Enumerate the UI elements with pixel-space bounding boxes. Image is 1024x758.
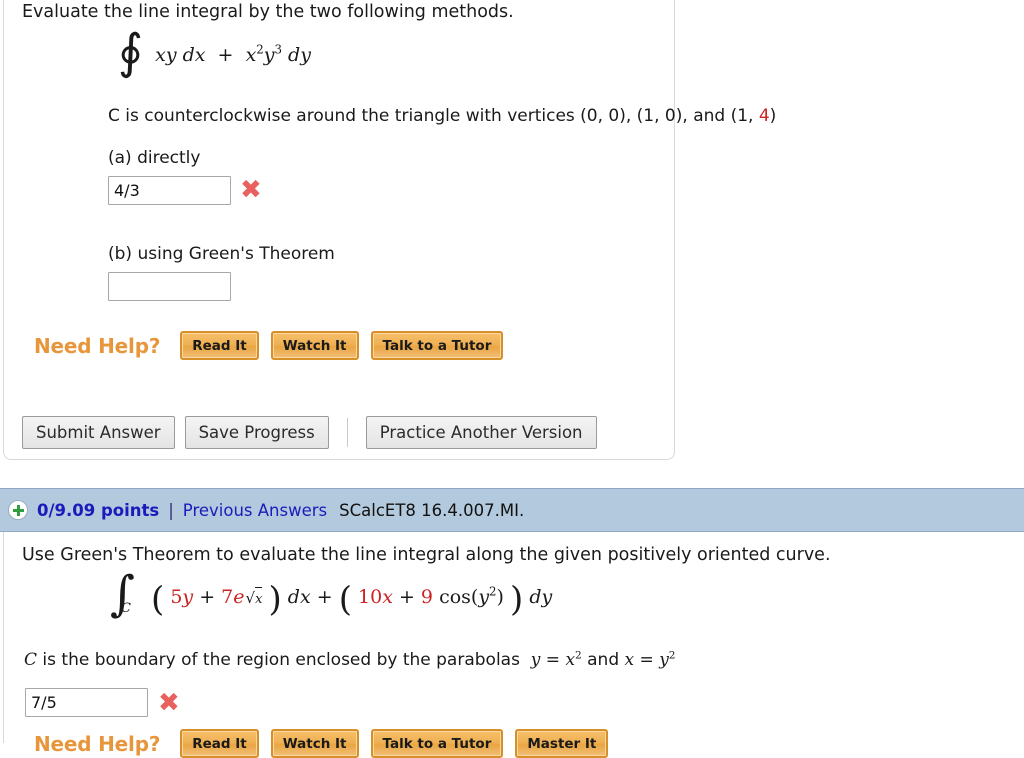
integral-subscript: C <box>121 601 131 616</box>
integrand-part-1: xy dx <box>149 44 206 66</box>
coefficient-9: 9 <box>420 586 434 608</box>
curve-label-c: C <box>24 650 38 670</box>
condition-text-2: is the boundary of the region enclosed b… <box>37 650 531 670</box>
cosine-term: cos(y2) <box>439 584 504 608</box>
integrand-plus: + <box>211 44 240 66</box>
part-b-label: (b) using Green's Theorem <box>108 244 335 264</box>
variable-x-1: x <box>382 586 393 608</box>
differential-dy: dy <box>529 586 553 608</box>
close-paren-2: ) <box>510 579 524 620</box>
sqrt-argument: x <box>255 592 263 607</box>
exponential-base: e <box>233 586 245 608</box>
coefficient-10: 10 <box>358 586 383 608</box>
plus-2: + <box>316 586 333 608</box>
part-a-incorrect-icon: ✖ <box>240 175 262 205</box>
question-2-incorrect-icon: ✖ <box>158 688 180 718</box>
open-paren-1: ( <box>151 579 165 620</box>
watch-it-button-1[interactable]: Watch It <box>270 331 359 360</box>
parabola-equation-1: y = x2 <box>530 649 582 670</box>
open-paren-2: ( <box>338 579 352 620</box>
sqrt-icon: √ <box>245 589 256 607</box>
integrand-part-2: x2y3 dy <box>245 42 311 66</box>
plus-3: + <box>398 586 415 608</box>
master-it-button-2[interactable]: Master It <box>515 729 609 758</box>
question-1-condition: C is counterclockwise around the triangl… <box>108 106 776 126</box>
read-it-button-1[interactable]: Read It <box>180 331 259 360</box>
variable-y-1: y <box>182 586 194 608</box>
talk-to-a-tutor-button-2[interactable]: Talk to a Tutor <box>370 729 504 758</box>
question-2-integral-expression: ∫C ( 5y + 7e√x ) dx + ( 10x + 9 cos(y2) … <box>110 570 553 618</box>
question-1-integral-expression: ∮ xy dx + x2y3 dy <box>118 28 311 76</box>
close-paren-1: ) <box>268 579 282 620</box>
plus-circle-icon[interactable] <box>8 500 28 520</box>
question-1-prompt: Evaluate the line integral by the two fo… <box>22 2 514 22</box>
practice-another-version-button[interactable]: Practice Another Version <box>365 416 597 449</box>
parabola-equation-2: x = y2 <box>624 649 676 670</box>
talk-to-a-tutor-button-1[interactable]: Talk to a Tutor <box>370 331 504 360</box>
question-2-answer-input[interactable] <box>25 688 148 717</box>
need-help-label-2: Need Help? <box>34 731 161 756</box>
condition-and: and <box>581 650 625 670</box>
previous-answers-link[interactable]: Previous Answers <box>183 501 327 520</box>
part-b-answer-input[interactable] <box>108 272 231 301</box>
action-divider <box>346 418 348 447</box>
points-value: 0/9.09 points <box>37 500 160 520</box>
coefficient-5: 5 <box>170 586 183 608</box>
square-root-group: √x <box>245 586 263 608</box>
differential-dx: dx <box>287 586 311 608</box>
condition-tail: ) <box>769 106 777 126</box>
question-1-action-row: Submit Answer Save Progress Practice Ano… <box>22 416 597 449</box>
contour-integral-symbol: ∮ <box>118 24 144 80</box>
part-a-label: (a) directly <box>108 148 201 168</box>
watch-it-button-2[interactable]: Watch It <box>270 729 359 758</box>
coefficient-7: 7 <box>221 586 234 608</box>
part-a-answer-input[interactable] <box>108 176 231 205</box>
need-help-label-1: Need Help? <box>34 333 161 358</box>
read-it-button-2[interactable]: Read It <box>180 729 259 758</box>
question-2-prompt: Use Green's Theorem to evaluate the line… <box>22 545 831 565</box>
submit-answer-button[interactable]: Submit Answer <box>22 416 175 449</box>
question-panel-1 <box>3 0 675 460</box>
question-code: SCalcET8 16.4.007.MI. <box>339 500 525 520</box>
save-progress-button[interactable]: Save Progress <box>184 416 329 449</box>
plus-1: + <box>199 586 216 608</box>
points-status-bar: 0/9.09 points | Previous Answers SCalcET… <box>0 488 1024 532</box>
need-help-row-2: Need Help? Read It Watch It Talk to a Tu… <box>34 729 609 758</box>
points-separator: | <box>168 500 174 520</box>
need-help-row-1: Need Help? Read It Watch It Talk to a Tu… <box>34 331 504 360</box>
condition-red-value: 4 <box>758 106 770 126</box>
condition-text-1: C is counterclockwise around the triangl… <box>108 106 759 126</box>
sqrt-overbar <box>254 587 263 588</box>
question-2-condition: C is the boundary of the region enclosed… <box>24 650 676 670</box>
